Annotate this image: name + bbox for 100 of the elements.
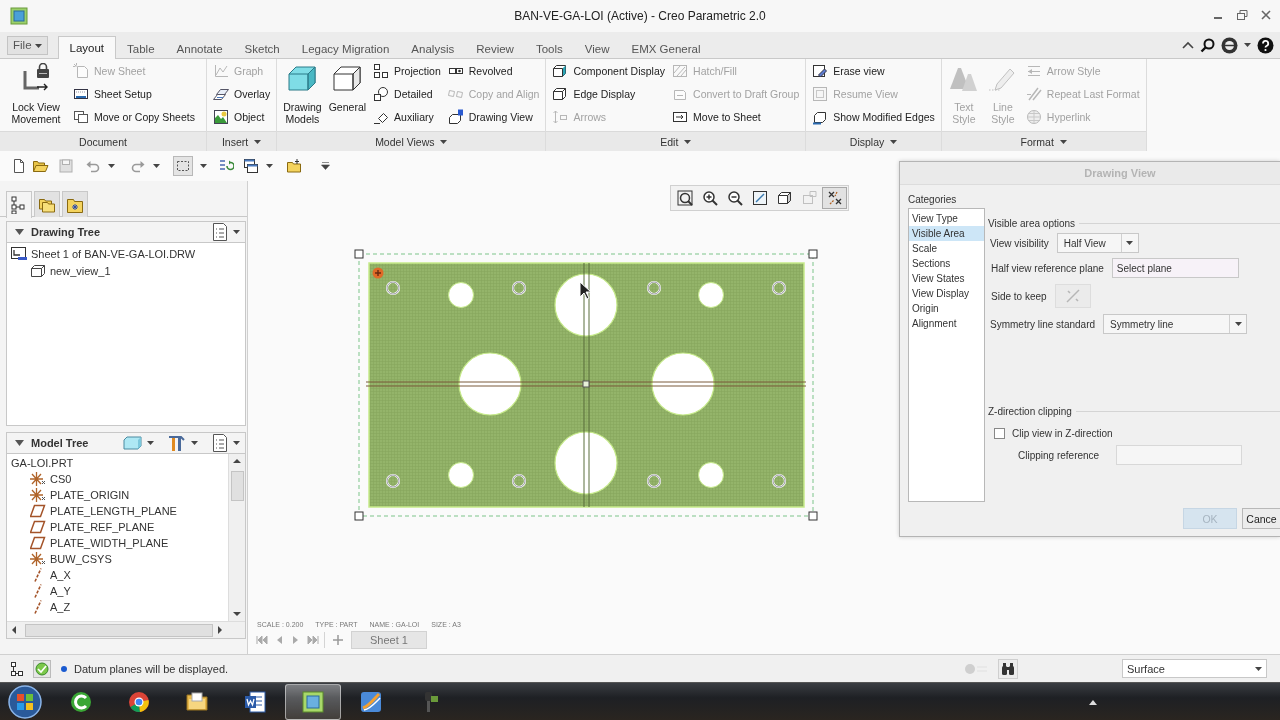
ribbon-tab[interactable]: Table bbox=[116, 38, 166, 59]
tree-item[interactable]: Sheet 1 of BAN-VE-GA-LOI.DRW bbox=[7, 245, 245, 262]
list-settings-icon[interactable] bbox=[212, 434, 228, 452]
tree-item[interactable]: A_Z bbox=[26, 599, 228, 615]
category-item[interactable]: Origin bbox=[909, 301, 984, 316]
ribbon-tab[interactable]: EMX General bbox=[620, 38, 712, 59]
folder-icon[interactable] bbox=[286, 158, 302, 174]
filter-icon[interactable] bbox=[33, 659, 51, 678]
ribbon-tab[interactable]: Legacy Migration bbox=[290, 38, 401, 59]
tree-item[interactable]: A_X bbox=[26, 567, 228, 583]
help-icon[interactable] bbox=[1257, 36, 1274, 54]
tree-item[interactable]: PLATE_WIDTH_PLANE bbox=[26, 535, 228, 551]
ribbon-tab[interactable]: Sketch bbox=[233, 38, 291, 59]
find-button[interactable] bbox=[998, 658, 1018, 679]
ribbon-button[interactable]: Detailed bbox=[373, 82, 441, 105]
caret-icon[interactable] bbox=[233, 230, 240, 234]
tools-icon[interactable] bbox=[168, 434, 186, 452]
taskbar-button[interactable] bbox=[285, 683, 341, 720]
ribbon-tab[interactable]: Analysis bbox=[400, 38, 466, 59]
symmetry-line-dropdown[interactable]: Symmetry line bbox=[1103, 314, 1248, 334]
view-visibility-dropdown[interactable]: Half View bbox=[1056, 233, 1139, 253]
ribbon-tab[interactable]: Review bbox=[465, 38, 525, 59]
collapse-ribbon-icon[interactable] bbox=[1182, 41, 1194, 49]
category-item[interactable]: View States bbox=[909, 271, 984, 286]
customize-icon[interactable] bbox=[321, 162, 330, 170]
ribbon-button[interactable]: Component Display bbox=[552, 59, 666, 82]
tree-item[interactable]: GA-LOI.PRT bbox=[7, 455, 228, 471]
ribbon-button[interactable]: Overlay bbox=[213, 82, 271, 105]
group-menu-button[interactable]: Edit bbox=[660, 135, 692, 148]
select-box-icon[interactable] bbox=[173, 156, 193, 176]
restore-icon[interactable] bbox=[1236, 9, 1248, 21]
show-hidden-icons-icon[interactable] bbox=[1089, 698, 1097, 705]
help-center-icon[interactable] bbox=[1221, 36, 1238, 54]
new-file-icon[interactable] bbox=[11, 158, 27, 174]
tree-item[interactable]: A_Y bbox=[26, 583, 228, 599]
list-settings-icon[interactable] bbox=[212, 223, 228, 241]
ribbon-tab[interactable]: Tools bbox=[524, 38, 574, 59]
ribbon-button[interactable]: Sheet Setup bbox=[73, 82, 195, 105]
tree-item[interactable]: CS0 bbox=[26, 471, 228, 487]
scroll-thumb[interactable] bbox=[24, 623, 214, 637]
ribbon-button[interactable]: Move or Copy Sheets bbox=[73, 105, 195, 128]
close-icon[interactable] bbox=[1260, 9, 1272, 21]
ribbon-button[interactable]: Projection bbox=[373, 59, 441, 82]
checkbox[interactable] bbox=[994, 427, 1005, 439]
category-item[interactable]: View Display bbox=[909, 286, 984, 301]
ribbon-button[interactable]: Lock View Movement bbox=[6, 59, 66, 128]
caret-icon[interactable] bbox=[233, 441, 240, 445]
caret-icon[interactable] bbox=[147, 441, 154, 445]
horizontal-scrollbar[interactable] bbox=[7, 621, 245, 638]
scroll-thumb[interactable] bbox=[230, 471, 244, 501]
group-menu-button[interactable]: Model Views bbox=[375, 135, 448, 148]
category-item[interactable]: Sections bbox=[909, 256, 984, 271]
search-icon[interactable] bbox=[1200, 37, 1215, 53]
tree-item[interactable]: PLATE_ORIGIN bbox=[26, 487, 228, 503]
caret-icon[interactable] bbox=[200, 164, 207, 168]
ribbon-button[interactable]: General bbox=[328, 59, 367, 128]
reference-plane-field[interactable]: Select plane bbox=[1111, 258, 1239, 278]
caret-icon[interactable] bbox=[108, 164, 115, 168]
tree-icon[interactable] bbox=[9, 660, 25, 677]
ribbon-button[interactable]: Auxiliary bbox=[373, 105, 441, 128]
collapse-icon[interactable] bbox=[15, 440, 24, 446]
tree-item[interactable]: BUW_CSYS bbox=[26, 551, 228, 567]
vertical-scrollbar[interactable] bbox=[228, 454, 245, 621]
windows-icon[interactable] bbox=[243, 158, 259, 174]
open-folder-icon[interactable] bbox=[32, 158, 49, 174]
start-icon[interactable] bbox=[7, 683, 43, 720]
category-item[interactable]: Visible Area bbox=[909, 226, 984, 241]
tree-item[interactable]: new_view_1 bbox=[26, 262, 245, 279]
ribbon-button[interactable]: Move to Sheet bbox=[672, 105, 800, 128]
undo-icon[interactable] bbox=[85, 158, 101, 174]
panel-tab[interactable] bbox=[34, 191, 60, 217]
ribbon-button[interactable]: Show Modified Edges bbox=[812, 105, 935, 128]
panel-tab[interactable] bbox=[6, 191, 32, 218]
category-item[interactable]: Scale bbox=[909, 241, 984, 256]
collapse-icon[interactable] bbox=[15, 229, 24, 235]
ribbon-button[interactable]: Object bbox=[213, 105, 271, 128]
file-menu-tab[interactable]: File bbox=[7, 36, 48, 55]
ribbon-tab[interactable]: Layout bbox=[57, 36, 117, 59]
ribbon-tab[interactable]: Annotate bbox=[165, 38, 234, 59]
dialog-button[interactable]: Cance bbox=[1242, 508, 1280, 529]
tree-item[interactable]: PLATE_REF_PLANE bbox=[26, 519, 228, 535]
ribbon-tab[interactable]: View bbox=[573, 38, 621, 59]
ribbon-button[interactable]: Drawing Models bbox=[283, 59, 322, 128]
ribbon-button[interactable]: Edge Display bbox=[552, 82, 666, 105]
ribbon-button[interactable]: Revolved bbox=[447, 59, 540, 82]
tree-item[interactable]: PLATE_LENGTH_PLANE bbox=[26, 503, 228, 519]
category-item[interactable]: Alignment bbox=[909, 316, 984, 331]
panel-tab[interactable] bbox=[62, 191, 88, 217]
category-item[interactable]: View Type bbox=[909, 211, 984, 226]
caret-icon[interactable] bbox=[153, 164, 160, 168]
datum-display-button[interactable] bbox=[822, 187, 847, 209]
caret-icon[interactable] bbox=[266, 164, 273, 168]
filter-dropdown[interactable]: Surface bbox=[1122, 659, 1267, 678]
toggle-icon[interactable] bbox=[964, 662, 990, 675]
ribbon-button[interactable]: Erase view bbox=[812, 59, 935, 82]
caret-icon[interactable] bbox=[1244, 43, 1251, 47]
ribbon-button[interactable]: Drawing View bbox=[447, 105, 540, 128]
caret-icon[interactable] bbox=[191, 441, 198, 445]
group-menu-button[interactable]: Format bbox=[1020, 135, 1067, 148]
sheet-tab[interactable]: Sheet 1 bbox=[351, 631, 427, 649]
